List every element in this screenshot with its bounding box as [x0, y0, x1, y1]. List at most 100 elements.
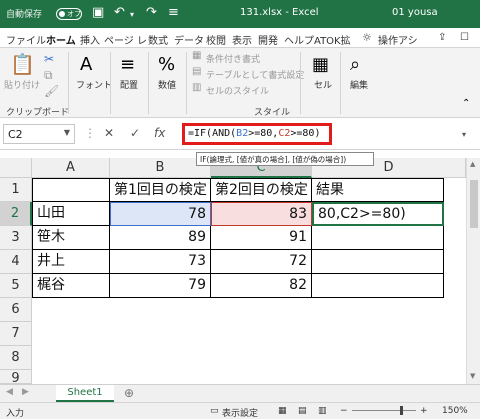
enter-button[interactable]: ✓: [130, 126, 140, 140]
redo-icon[interactable]: ↷: [146, 5, 157, 20]
ribbon-collapse-icon[interactable]: ⌃: [462, 98, 470, 109]
tab-review[interactable]: 校閲: [206, 32, 226, 47]
zoom-in-icon[interactable]: +: [420, 406, 428, 416]
tab-atok[interactable]: ATOK拡: [314, 32, 351, 47]
cell-a5[interactable]: 梶谷: [32, 274, 110, 298]
alignment-button[interactable]: 配置: [120, 78, 138, 91]
display-settings-button[interactable]: 表示設定: [222, 406, 258, 419]
tab-help[interactable]: ヘルプ: [284, 32, 314, 47]
comments-icon[interactable]: ☐: [460, 32, 469, 43]
vertical-scrollbar[interactable]: ▲ ▼: [466, 158, 480, 384]
cell-c1[interactable]: 第2回目の検定: [211, 178, 312, 202]
scroll-down-icon[interactable]: ▼: [470, 372, 475, 380]
autosave-toggle[interactable]: オフ: [56, 8, 82, 20]
conditional-format-icon[interactable]: ▦: [192, 50, 201, 61]
copy-icon[interactable]: ⧉: [44, 68, 53, 83]
cell-c3[interactable]: 91: [211, 226, 312, 250]
user-name[interactable]: 01 yousa: [392, 7, 438, 18]
next-sheet-icon[interactable]: ▶: [22, 387, 29, 397]
cell-b5[interactable]: 79: [110, 274, 211, 298]
cell-a1[interactable]: [32, 178, 110, 202]
row-header-5[interactable]: 5: [0, 274, 32, 298]
format-as-table-icon[interactable]: ▤: [192, 66, 201, 77]
format-as-table-button[interactable]: テーブルとして書式設定: [206, 68, 304, 81]
formula-bar-more-icon[interactable]: ⋮: [84, 126, 96, 140]
cells-button[interactable]: セル: [314, 78, 332, 91]
paste-button[interactable]: 貼り付け: [4, 78, 40, 91]
row-header-1[interactable]: 1: [0, 178, 32, 202]
tab-file[interactable]: ファイル: [6, 32, 46, 47]
cells-icon[interactable]: ▦: [312, 54, 329, 75]
row-header-3[interactable]: 3: [0, 226, 32, 250]
editing-button[interactable]: 編集: [350, 78, 368, 91]
undo-dropdown-icon[interactable]: ▾: [130, 10, 134, 19]
zoom-level[interactable]: 150%: [442, 406, 468, 416]
select-all-corner[interactable]: [0, 158, 32, 178]
formula-input[interactable]: =IF(AND(B2>=80,C2>=80): [182, 123, 332, 145]
spreadsheet-grid[interactable]: A B C D 1 2 3 4 5 6 7 8 9 第1回目の検定 第2回目の検…: [0, 158, 466, 384]
page-layout-view-icon[interactable]: ▤: [298, 406, 307, 416]
expand-formula-bar-icon[interactable]: ▾: [462, 130, 466, 139]
add-sheet-icon[interactable]: ⊕: [124, 386, 134, 400]
insert-function-button[interactable]: fx: [154, 126, 165, 140]
sheet-tab-sheet1[interactable]: Sheet1: [56, 385, 114, 402]
row-header-2[interactable]: 2: [0, 202, 32, 226]
cell-c4[interactable]: 72: [211, 250, 312, 274]
quick-access-more-icon[interactable]: ≡: [168, 5, 179, 20]
font-icon[interactable]: A: [80, 54, 92, 75]
format-painter-icon[interactable]: 🖌: [44, 84, 59, 98]
tab-formulas[interactable]: 数式: [148, 32, 168, 47]
cell-d5[interactable]: [312, 274, 444, 298]
cell-styles-icon[interactable]: ▥: [192, 82, 201, 93]
cell-c2[interactable]: 83: [211, 202, 312, 226]
page-break-view-icon[interactable]: ▥: [318, 406, 327, 416]
zoom-slider-handle[interactable]: [400, 406, 403, 415]
row-header-4[interactable]: 4: [0, 250, 32, 274]
row-header-6[interactable]: 6: [0, 298, 32, 322]
cell-b4[interactable]: 73: [110, 250, 211, 274]
cell-a4[interactable]: 井上: [32, 250, 110, 274]
column-header-a[interactable]: A: [32, 158, 110, 178]
cell-d4[interactable]: [312, 250, 444, 274]
tab-page-layout[interactable]: ページ レ: [104, 32, 147, 47]
row-header-8[interactable]: 8: [0, 346, 32, 370]
row-header-9[interactable]: 9: [0, 370, 32, 384]
scroll-up-icon[interactable]: ▲: [470, 160, 475, 168]
cell-c5[interactable]: 82: [211, 274, 312, 298]
row-header-7[interactable]: 7: [0, 322, 32, 346]
prev-sheet-icon[interactable]: ◀: [6, 387, 13, 397]
undo-icon[interactable]: ↶: [114, 5, 125, 20]
cell-d1[interactable]: 結果: [312, 178, 444, 202]
cell-a3[interactable]: 笹木: [32, 226, 110, 250]
cell-d3[interactable]: [312, 226, 444, 250]
cut-icon[interactable]: ✂: [44, 52, 54, 66]
cell-b3[interactable]: 89: [110, 226, 211, 250]
name-box[interactable]: C2 ▼: [3, 124, 75, 144]
cell-styles-button[interactable]: セルのスタイル: [206, 84, 269, 97]
normal-view-icon[interactable]: ▦: [278, 406, 287, 416]
scrollbar-thumb[interactable]: [470, 180, 478, 228]
save-icon[interactable]: ▣: [92, 5, 104, 20]
conditional-format-button[interactable]: 条件付き書式: [206, 52, 260, 65]
tab-insert[interactable]: 挿入: [80, 32, 100, 47]
display-settings-icon[interactable]: ▭: [210, 406, 219, 416]
editing-icon[interactable]: ⌕: [350, 54, 360, 75]
tell-me-search[interactable]: 操作アシ: [378, 32, 418, 47]
chevron-down-icon[interactable]: ▼: [64, 128, 70, 137]
tab-view[interactable]: 表示: [232, 32, 252, 47]
cancel-button[interactable]: ✕: [104, 126, 114, 140]
tab-data[interactable]: データ: [174, 32, 204, 47]
share-icon[interactable]: ⇪: [438, 32, 446, 43]
number-button[interactable]: 数値: [158, 78, 176, 91]
alignment-icon[interactable]: ≡: [120, 54, 135, 75]
paste-icon[interactable]: 📋: [10, 52, 35, 76]
font-button[interactable]: フォント: [76, 78, 112, 91]
zoom-slider[interactable]: [352, 410, 416, 411]
number-format-icon[interactable]: %: [158, 54, 175, 75]
cell-b2[interactable]: 78: [110, 202, 211, 226]
cell-d2[interactable]: 80,C2>=80): [312, 202, 444, 226]
cell-a2[interactable]: 山田: [32, 202, 110, 226]
cell-b1[interactable]: 第1回目の検定: [110, 178, 211, 202]
tab-developer[interactable]: 開発: [258, 32, 278, 47]
zoom-out-icon[interactable]: −: [340, 406, 348, 416]
